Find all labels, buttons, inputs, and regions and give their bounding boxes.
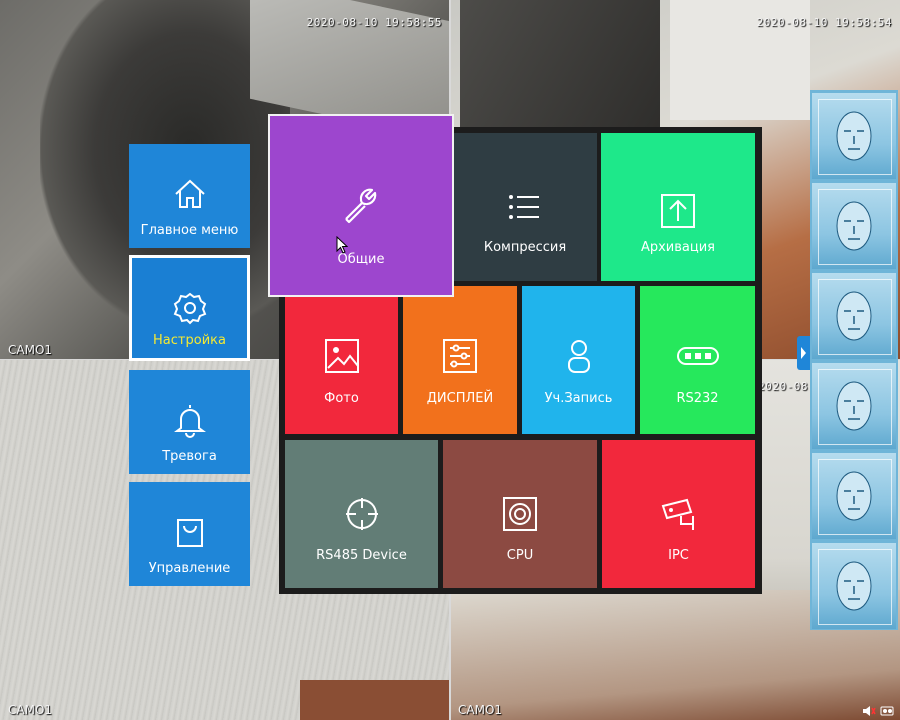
bag-icon — [129, 512, 250, 552]
tile-archiving[interactable]: Архивация — [601, 133, 755, 281]
tile-label: RS232 — [676, 391, 719, 406]
camera-status-icons — [862, 705, 894, 717]
sidebar-item-management[interactable]: Управление — [129, 482, 250, 586]
record-icon — [880, 706, 894, 716]
tile-general[interactable]: Общие — [268, 114, 454, 297]
sidebar-item-label: Настройка — [153, 333, 226, 348]
tile-compression[interactable]: Компрессия — [453, 133, 597, 281]
list-icon — [453, 191, 597, 231]
image-icon — [285, 336, 398, 376]
tile-photo[interactable]: Фото — [285, 286, 398, 434]
camera-label: CAMO1 — [458, 703, 503, 717]
tile-label: Компрессия — [483, 240, 567, 255]
sidebar-item-alarm[interactable]: Тревога — [129, 370, 250, 474]
tile-rs485[interactable]: RS485 Device — [285, 440, 438, 588]
tile-label: Фото — [324, 391, 359, 406]
bell-icon — [129, 400, 250, 440]
camera-timestamp: 2020-08-10 19:58:54 — [756, 16, 892, 29]
sidebar-item-label: Управление — [148, 561, 231, 576]
user-icon — [522, 336, 635, 376]
upload-icon — [601, 191, 755, 231]
home-icon — [129, 174, 250, 214]
tile-label: ДИСПЛЕЙ — [426, 391, 494, 406]
scene-object — [460, 0, 660, 140]
tile-rs232[interactable]: RS232 — [640, 286, 755, 434]
face-thumbnail[interactable] — [812, 183, 896, 269]
tile-display[interactable]: ДИСПЛЕЙ — [403, 286, 517, 434]
tile-label: Общие — [337, 252, 385, 267]
sidebar-item-label: Тревога — [162, 449, 217, 464]
chevron-right-icon — [801, 347, 806, 359]
chip-icon — [443, 494, 597, 534]
scene-object — [300, 680, 450, 720]
wrench-icon — [270, 181, 452, 227]
camera-icon — [602, 494, 755, 534]
tile-label: Уч.Запись — [544, 391, 613, 406]
face-thumbnail[interactable] — [812, 93, 896, 179]
sliders-icon — [403, 336, 517, 376]
sidebar-item-label: Главное меню — [140, 223, 239, 238]
face-capture-panel — [810, 90, 898, 630]
tile-label: RS485 Device — [316, 548, 407, 563]
tile-cpu[interactable]: CPU — [443, 440, 597, 588]
tile-label: IPC — [668, 548, 689, 563]
camera-label: CAMO1 — [8, 703, 53, 717]
camera-label: CAMO1 — [8, 343, 53, 357]
face-thumbnail[interactable] — [812, 363, 896, 449]
tile-account[interactable]: Уч.Запись — [522, 286, 635, 434]
face-thumbnail[interactable] — [812, 543, 896, 629]
face-thumbnail[interactable] — [812, 273, 896, 359]
mouse-pointer-icon — [336, 235, 349, 258]
port-icon — [640, 336, 755, 376]
mute-icon — [863, 706, 876, 716]
tile-ipc[interactable]: IPC — [602, 440, 755, 588]
tile-label: Архивация — [640, 240, 716, 255]
sidebar-item-main-menu[interactable]: Главное меню — [129, 144, 250, 248]
expand-panel-button[interactable] — [797, 336, 810, 370]
target-icon — [285, 494, 438, 534]
tile-label: CPU — [506, 548, 534, 563]
face-thumbnail[interactable] — [812, 453, 896, 539]
sidebar-item-settings[interactable]: Настройка — [129, 255, 250, 361]
camera-timestamp: 2020-08-10 19:58:55 — [306, 16, 442, 29]
camera-timestamp: 2020-08 — [758, 380, 808, 393]
gear-icon — [132, 288, 247, 328]
